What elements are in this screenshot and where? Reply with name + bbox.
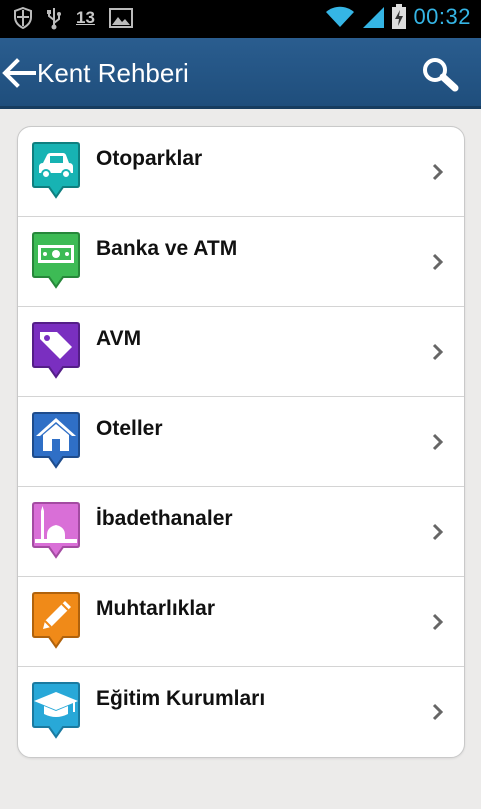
list-item-muhtarliklar[interactable]: Muhtarlıklar: [18, 577, 464, 667]
home-icon: [32, 412, 80, 469]
list-item-label: Eğitim Kurumları: [96, 687, 266, 710]
list-item-label: İbadethanaler: [96, 507, 233, 530]
list-item-egitim-kurumlari[interactable]: Eğitim Kurumları: [18, 667, 464, 756]
chevron-right-icon: [432, 163, 444, 181]
car-icon: [32, 142, 80, 199]
list-item-label: Oteller: [96, 417, 163, 440]
signal-icon: [363, 7, 385, 28]
chevron-right-icon: [432, 253, 444, 271]
chevron-right-icon: [432, 523, 444, 541]
chevron-right-icon: [432, 613, 444, 631]
clock: 00:32: [413, 4, 471, 29]
list-item-label: Banka ve ATM: [96, 237, 238, 260]
pencil-icon: [32, 592, 80, 649]
usb-icon: [47, 8, 61, 30]
image-icon: [108, 8, 133, 28]
category-list: Otoparklar Banka ve ATM AVM Oteller İbad…: [17, 126, 465, 758]
action-bar: Kent Rehberi: [0, 38, 481, 109]
chevron-right-icon: [432, 343, 444, 361]
wifi-icon: [326, 6, 355, 27]
status-bar: 13 00:32: [0, 0, 481, 38]
shield-icon: [14, 7, 32, 29]
battery-icon: [392, 4, 407, 29]
list-item-otoparklar[interactable]: Otoparklar: [18, 127, 464, 217]
chevron-right-icon: [432, 703, 444, 721]
list-item-banka-ve-atm[interactable]: Banka ve ATM: [18, 217, 464, 307]
list-item-label: AVM: [96, 327, 142, 350]
list-item-label: Muhtarlıklar: [96, 597, 216, 620]
graduation-cap-icon: [32, 682, 80, 739]
search-icon[interactable]: [421, 56, 459, 92]
chevron-right-icon: [432, 433, 444, 451]
tag-icon: [32, 322, 80, 379]
notification-count: 13: [76, 8, 95, 27]
mosque-icon: [32, 502, 80, 559]
arrow-left-icon[interactable]: [2, 58, 36, 88]
list-item-ibadethanaler[interactable]: İbadethanaler: [18, 487, 464, 577]
list-item-avm[interactable]: AVM: [18, 307, 464, 397]
list-item-oteller[interactable]: Oteller: [18, 397, 464, 487]
page-title: Kent Rehberi: [37, 58, 189, 88]
list-item-label: Otoparklar: [96, 147, 203, 170]
money-icon: [32, 232, 80, 289]
